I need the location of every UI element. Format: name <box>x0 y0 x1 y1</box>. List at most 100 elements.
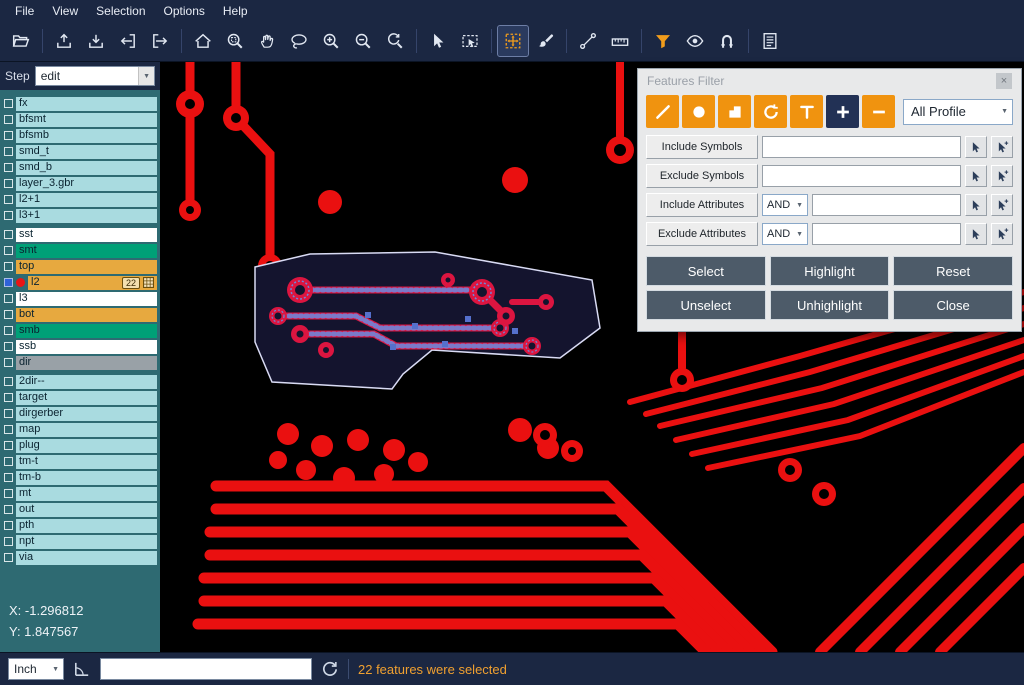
layer-chip[interactable]: top <box>16 260 157 274</box>
reset-button[interactable]: Reset <box>893 256 1013 286</box>
layer-row-bfsmt[interactable]: bfsmt <box>2 112 157 127</box>
layer-visibility-checkbox[interactable] <box>4 473 13 482</box>
layer-chip[interactable]: map <box>16 423 157 437</box>
layer-visibility-checkbox[interactable] <box>4 230 13 239</box>
exclude-symbols-button[interactable]: Exclude Symbols <box>646 164 758 188</box>
unselect-button[interactable]: Unselect <box>646 290 766 320</box>
layer-visibility-checkbox[interactable] <box>4 195 13 204</box>
layer-chip[interactable]: pth <box>16 519 157 533</box>
zoom-out-button[interactable] <box>348 26 378 56</box>
lasso-select-button[interactable] <box>284 26 314 56</box>
layer-row-tm-b[interactable]: tm-b <box>2 470 157 485</box>
layer-visibility-checkbox[interactable] <box>4 505 13 514</box>
layer-row-dirgerber[interactable]: dirgerber <box>2 406 157 421</box>
menu-file[interactable]: File <box>6 2 43 20</box>
layer-row-dir[interactable]: dir <box>2 355 157 370</box>
measure-line-button[interactable] <box>573 26 603 56</box>
layer-visibility-checkbox[interactable] <box>4 441 13 450</box>
include-attributes-button[interactable]: Include Attributes <box>646 193 758 217</box>
include-symbols-input[interactable] <box>762 136 961 158</box>
layer-chip[interactable]: dirgerber <box>16 407 157 421</box>
zoom-in-button[interactable] <box>316 26 346 56</box>
filter-positive-button[interactable] <box>826 95 859 128</box>
layer-visibility-checkbox[interactable] <box>4 163 13 172</box>
pick-arrow-button[interactable] <box>965 194 987 216</box>
export-up-button[interactable] <box>49 26 79 56</box>
layer-row-target[interactable]: target <box>2 390 157 405</box>
layer-chip[interactable]: dir <box>16 356 157 370</box>
import-down-button[interactable] <box>81 26 111 56</box>
unhighlight-button[interactable]: Unhighlight <box>770 290 890 320</box>
layer-row-l3+1[interactable]: l3+1 <box>2 208 157 223</box>
layer-chip[interactable]: out <box>16 503 157 517</box>
layer-visibility-checkbox[interactable] <box>4 246 13 255</box>
pick-arrow-add-button[interactable] <box>991 165 1013 187</box>
command-input[interactable] <box>100 658 312 680</box>
include-symbols-button[interactable]: Include Symbols <box>646 135 758 159</box>
pick-arrow-add-button[interactable] <box>991 223 1013 245</box>
zoom-reset-button[interactable] <box>380 26 410 56</box>
close-icon[interactable]: × <box>996 73 1012 89</box>
layer-visibility-checkbox[interactable] <box>4 310 13 319</box>
layer-visibility-checkbox[interactable] <box>4 358 13 367</box>
layer-visibility-checkbox[interactable] <box>4 537 13 546</box>
layer-visibility-checkbox[interactable] <box>4 457 13 466</box>
ruler-button[interactable] <box>605 26 635 56</box>
layer-chip[interactable]: mt <box>16 487 157 501</box>
highlight-button[interactable]: Highlight <box>770 256 890 286</box>
pick-arrow-button[interactable] <box>965 165 987 187</box>
dialog-titlebar[interactable]: Features Filter × <box>638 69 1021 93</box>
layer-visibility-checkbox[interactable] <box>4 409 13 418</box>
clear-brush-button[interactable] <box>530 26 560 56</box>
layer-row-pth[interactable]: pth <box>2 518 157 533</box>
open-folder-button[interactable] <box>6 26 36 56</box>
menu-view[interactable]: View <box>43 2 87 20</box>
filter-line-button[interactable] <box>646 95 679 128</box>
layer-chip[interactable]: smd_t <box>16 145 157 159</box>
pick-arrow-add-button[interactable] <box>991 194 1013 216</box>
eye-visibility-button[interactable] <box>680 26 710 56</box>
exclude-attributes-op-select[interactable]: AND▼ <box>762 223 808 245</box>
layer-row-via[interactable]: via <box>2 550 157 565</box>
profile-select[interactable]: All Profile ▼ <box>903 99 1013 125</box>
exclude-attributes-button[interactable]: Exclude Attributes <box>646 222 758 246</box>
pick-arrow-button[interactable] <box>965 223 987 245</box>
layer-row-plug[interactable]: plug <box>2 438 157 453</box>
pointer-button[interactable] <box>423 26 453 56</box>
layer-visibility-checkbox[interactable] <box>4 262 13 271</box>
layer-row-npt[interactable]: npt <box>2 534 157 549</box>
layer-chip[interactable]: bfsmt <box>16 113 157 127</box>
layer-visibility-checkbox[interactable] <box>4 115 13 124</box>
layer-visibility-checkbox[interactable] <box>4 553 13 562</box>
filter-arc-button[interactable] <box>754 95 787 128</box>
pick-arrow-add-button[interactable] <box>991 136 1013 158</box>
filter-negative-button[interactable] <box>862 95 895 128</box>
unit-select[interactable]: Inch ▼ <box>8 658 64 680</box>
exclude-attributes-input[interactable] <box>812 223 961 245</box>
layer-chip[interactable]: npt <box>16 535 157 549</box>
layer-chip[interactable]: smb <box>16 324 157 338</box>
layer-chip[interactable]: bfsmb <box>16 129 157 143</box>
layer-visibility-checkbox[interactable] <box>4 294 13 303</box>
layer-visibility-checkbox[interactable] <box>4 393 13 402</box>
layer-visibility-checkbox[interactable] <box>4 99 13 108</box>
layer-row-l2[interactable]: l222 <box>2 275 157 290</box>
layer-visibility-checkbox[interactable] <box>4 425 13 434</box>
home-button[interactable] <box>188 26 218 56</box>
pan-hand-button[interactable] <box>252 26 282 56</box>
feature-select-button[interactable] <box>498 26 528 56</box>
include-attributes-input[interactable] <box>812 194 961 216</box>
zoom-window-button[interactable] <box>220 26 250 56</box>
layer-row-smd_t[interactable]: smd_t <box>2 144 157 159</box>
pick-arrow-button[interactable] <box>965 136 987 158</box>
layer-chip[interactable]: sst <box>16 228 157 242</box>
filter-pad-button[interactable] <box>682 95 715 128</box>
layer-row-2dir--[interactable]: 2dir-- <box>2 374 157 389</box>
layer-visibility-checkbox[interactable] <box>4 489 13 498</box>
layer-visibility-checkbox[interactable] <box>4 278 13 287</box>
layer-chip[interactable]: tm-b <box>16 471 157 485</box>
include-attributes-op-select[interactable]: AND▼ <box>762 194 808 216</box>
layer-row-smd_b[interactable]: smd_b <box>2 160 157 175</box>
angle-measure-icon[interactable] <box>73 660 91 678</box>
layer-row-l2+1[interactable]: l2+1 <box>2 192 157 207</box>
